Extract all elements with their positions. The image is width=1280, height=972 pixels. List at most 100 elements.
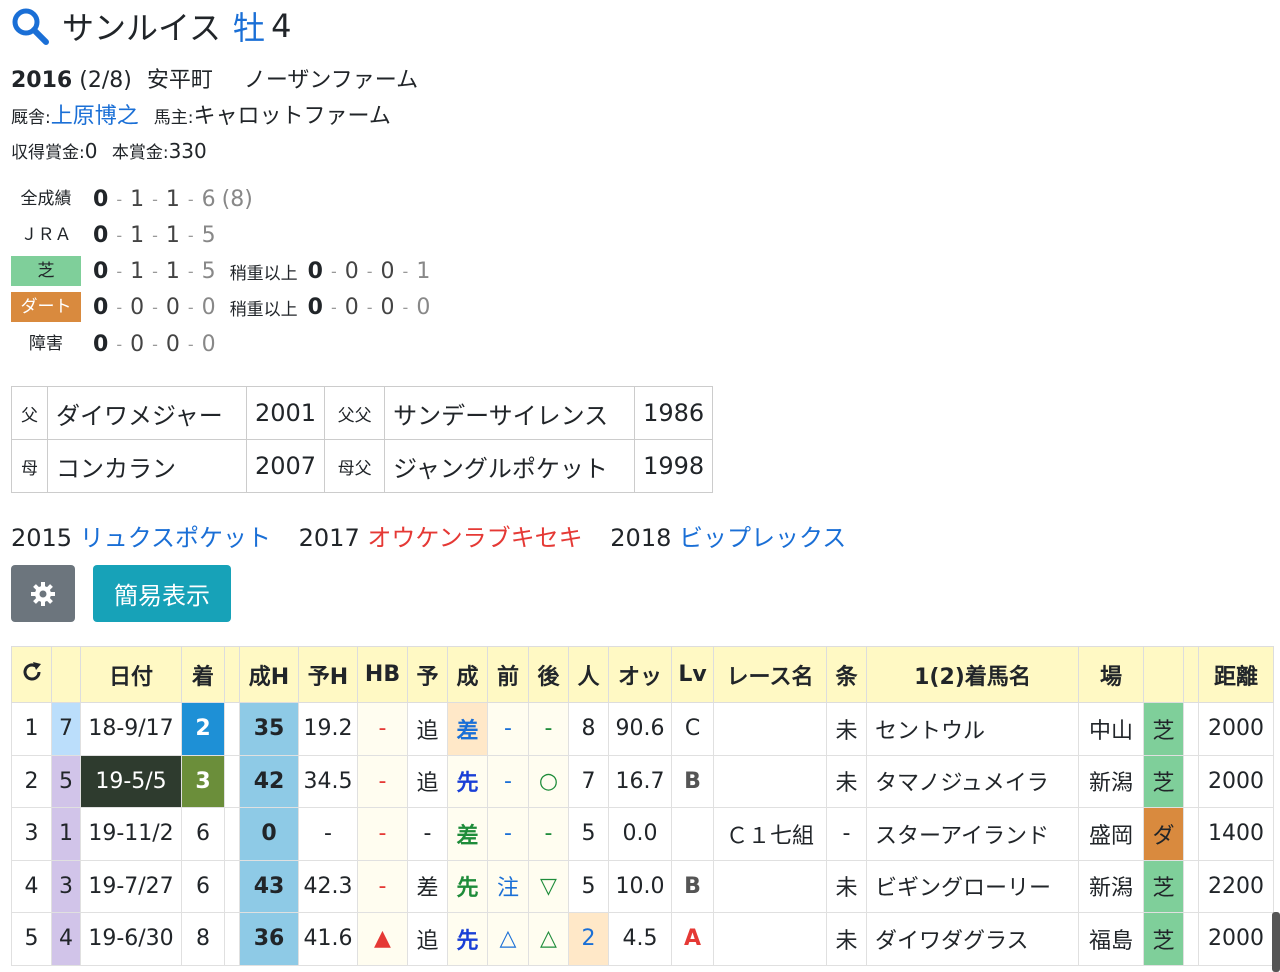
race-date[interactable]: 19-7/27 — [80, 859, 182, 913]
spacer-cell — [224, 807, 240, 861]
spacer-cell — [1183, 754, 1199, 808]
mae-header[interactable]: 前 — [487, 646, 529, 703]
winner-name[interactable]: タマノジュメイラ — [866, 754, 1079, 808]
table-row[interactable]: 2 5 19-5/5 3 42 34.5 - 追 先 - ○ 7 16.7 B … — [11, 754, 1274, 808]
race-name[interactable] — [713, 912, 827, 966]
reload-header[interactable] — [11, 646, 52, 703]
record-sep: - — [152, 334, 158, 354]
sire-sire-name: サンデーサイレンス — [384, 386, 636, 440]
record-sep: - — [152, 261, 158, 281]
earnings-value: 0 — [84, 139, 98, 163]
ato-header[interactable]: 後 — [528, 646, 569, 703]
row-number: 4 — [11, 859, 52, 913]
yh-header[interactable]: 予H — [298, 646, 358, 703]
record-wins: 0 — [93, 222, 109, 248]
frame-number: 3 — [51, 859, 81, 913]
simple-view-button[interactable]: 簡易表示 — [93, 565, 231, 622]
record-hurdle: 障害 0- 0- 0- 0 — [11, 329, 216, 359]
spacer-cell — [1183, 702, 1199, 756]
lv-header[interactable]: Lv — [671, 646, 714, 703]
heavy-thirds: 0 — [380, 258, 395, 284]
race-date[interactable]: 19-11/2 — [80, 807, 182, 861]
winner-name[interactable]: セントウル — [866, 702, 1079, 756]
table-row[interactable]: 1 7 18-9/17 2 35 19.2 - 追 差 - - 8 90.6 C… — [11, 702, 1274, 756]
row-number: 1 — [11, 702, 52, 756]
trainer-link[interactable]: 上原博之 — [51, 104, 139, 129]
place-header[interactable]: 着 — [181, 646, 225, 703]
table-row[interactable]: 3 1 19-11/2 6 0 - - - 差 - - 5 0.0 Ｃ１七組 -… — [11, 807, 1274, 861]
winner-name[interactable]: ダイワダグラス — [866, 912, 1079, 966]
frame-number: 4 — [51, 912, 81, 966]
winner-name[interactable]: スターアイランド — [866, 807, 1079, 861]
yo-header[interactable]: 予 — [407, 646, 448, 703]
winner-name[interactable]: ビギングローリー — [866, 859, 1079, 913]
scrollbar[interactable] — [1272, 912, 1280, 972]
record-sep: - — [366, 261, 373, 281]
reload-icon[interactable] — [20, 660, 44, 684]
spacer-cell — [224, 912, 240, 966]
hb-header[interactable]: HB — [357, 646, 408, 703]
record-sep: - — [116, 225, 123, 245]
dist-header[interactable]: 距離 — [1198, 646, 1274, 703]
level: B — [671, 859, 714, 913]
race-name[interactable] — [713, 754, 827, 808]
winner-header[interactable]: 1(2)着馬名 — [866, 646, 1079, 703]
sibling-link[interactable]: ビップレックス — [679, 524, 846, 552]
birth-year: 2016 — [11, 68, 73, 93]
race-name[interactable] — [713, 859, 827, 913]
table-row[interactable]: 4 3 19-7/27 6 43 42.3 - 差 先 注 ▽ 5 10.0 B… — [11, 859, 1274, 913]
level: A — [671, 912, 714, 966]
level — [671, 807, 714, 861]
mae-mark: - — [487, 702, 529, 756]
race-date[interactable]: 19-6/30 — [80, 912, 182, 966]
race-name[interactable]: Ｃ１七組 — [713, 807, 827, 861]
birth-info: 2016 (2/8) 安平町 ノーザンファーム — [11, 62, 418, 94]
hb-mark: - — [357, 807, 408, 861]
venue: 盛岡 — [1078, 807, 1144, 861]
horse-name: サンルイス — [62, 9, 222, 47]
race-header[interactable]: レース名 — [713, 646, 827, 703]
venue: 新潟 — [1078, 754, 1144, 808]
venue-header[interactable]: 場 — [1078, 646, 1144, 703]
dam-sire-name: ジャングルポケット — [384, 439, 636, 493]
sh-header[interactable]: 成H — [239, 646, 299, 703]
surface-badge: 芝 — [1143, 702, 1184, 756]
horse-sex: 牡 — [233, 9, 266, 47]
heavy-thirds: 0 — [380, 294, 395, 320]
race-name[interactable] — [713, 702, 827, 756]
cond-header[interactable]: 条 — [826, 646, 867, 703]
record-sep: - — [402, 297, 409, 317]
sibling-link[interactable]: オウケンラブキセキ — [367, 524, 582, 552]
race-date[interactable]: 19-5/5 — [80, 754, 182, 808]
prize-label: 本賞金: — [111, 143, 169, 163]
search-icon[interactable] — [10, 6, 50, 46]
heavy-others: 1 — [416, 258, 431, 284]
pop-header[interactable]: 人 — [568, 646, 609, 703]
date-header[interactable]: 日付 — [80, 646, 182, 703]
prize-value: 330 — [168, 139, 207, 163]
sire-sire-label: 父父 — [324, 386, 386, 440]
record-label: ＪＲＡ — [20, 225, 72, 245]
odds: 10.0 — [608, 859, 672, 913]
sei-header[interactable]: 成 — [447, 646, 488, 703]
record-sep: - — [187, 225, 194, 245]
dam-label: 母 — [11, 439, 48, 493]
sibling-link[interactable]: リュクスポケット — [80, 524, 271, 552]
spacer-header — [1183, 646, 1199, 703]
odds-header[interactable]: オッ — [608, 646, 672, 703]
ato-mark: - — [528, 807, 569, 861]
sire-sire-year: 1986 — [634, 386, 714, 440]
birth-region: 安平町 — [146, 68, 213, 93]
race-condition: - — [826, 807, 867, 861]
pedigree-row: 母 コンカラン 2007 母父 ジャングルポケット 1998 — [11, 439, 714, 493]
frame-number: 1 — [51, 807, 81, 861]
breeder: ノーザンファーム — [243, 68, 419, 93]
record-others: 5 — [201, 222, 216, 248]
record-sep: - — [152, 189, 158, 209]
race-date[interactable]: 18-9/17 — [80, 702, 182, 756]
table-row[interactable]: 5 4 19-6/30 8 36 41.6 ▲ 追 先 △ △ 2 4.5 A … — [11, 912, 1274, 966]
sibling-year: 2015 — [11, 524, 73, 552]
ato-mark: ▽ — [528, 859, 569, 913]
sei-h: 0 — [239, 807, 299, 861]
settings-button[interactable] — [11, 565, 75, 622]
